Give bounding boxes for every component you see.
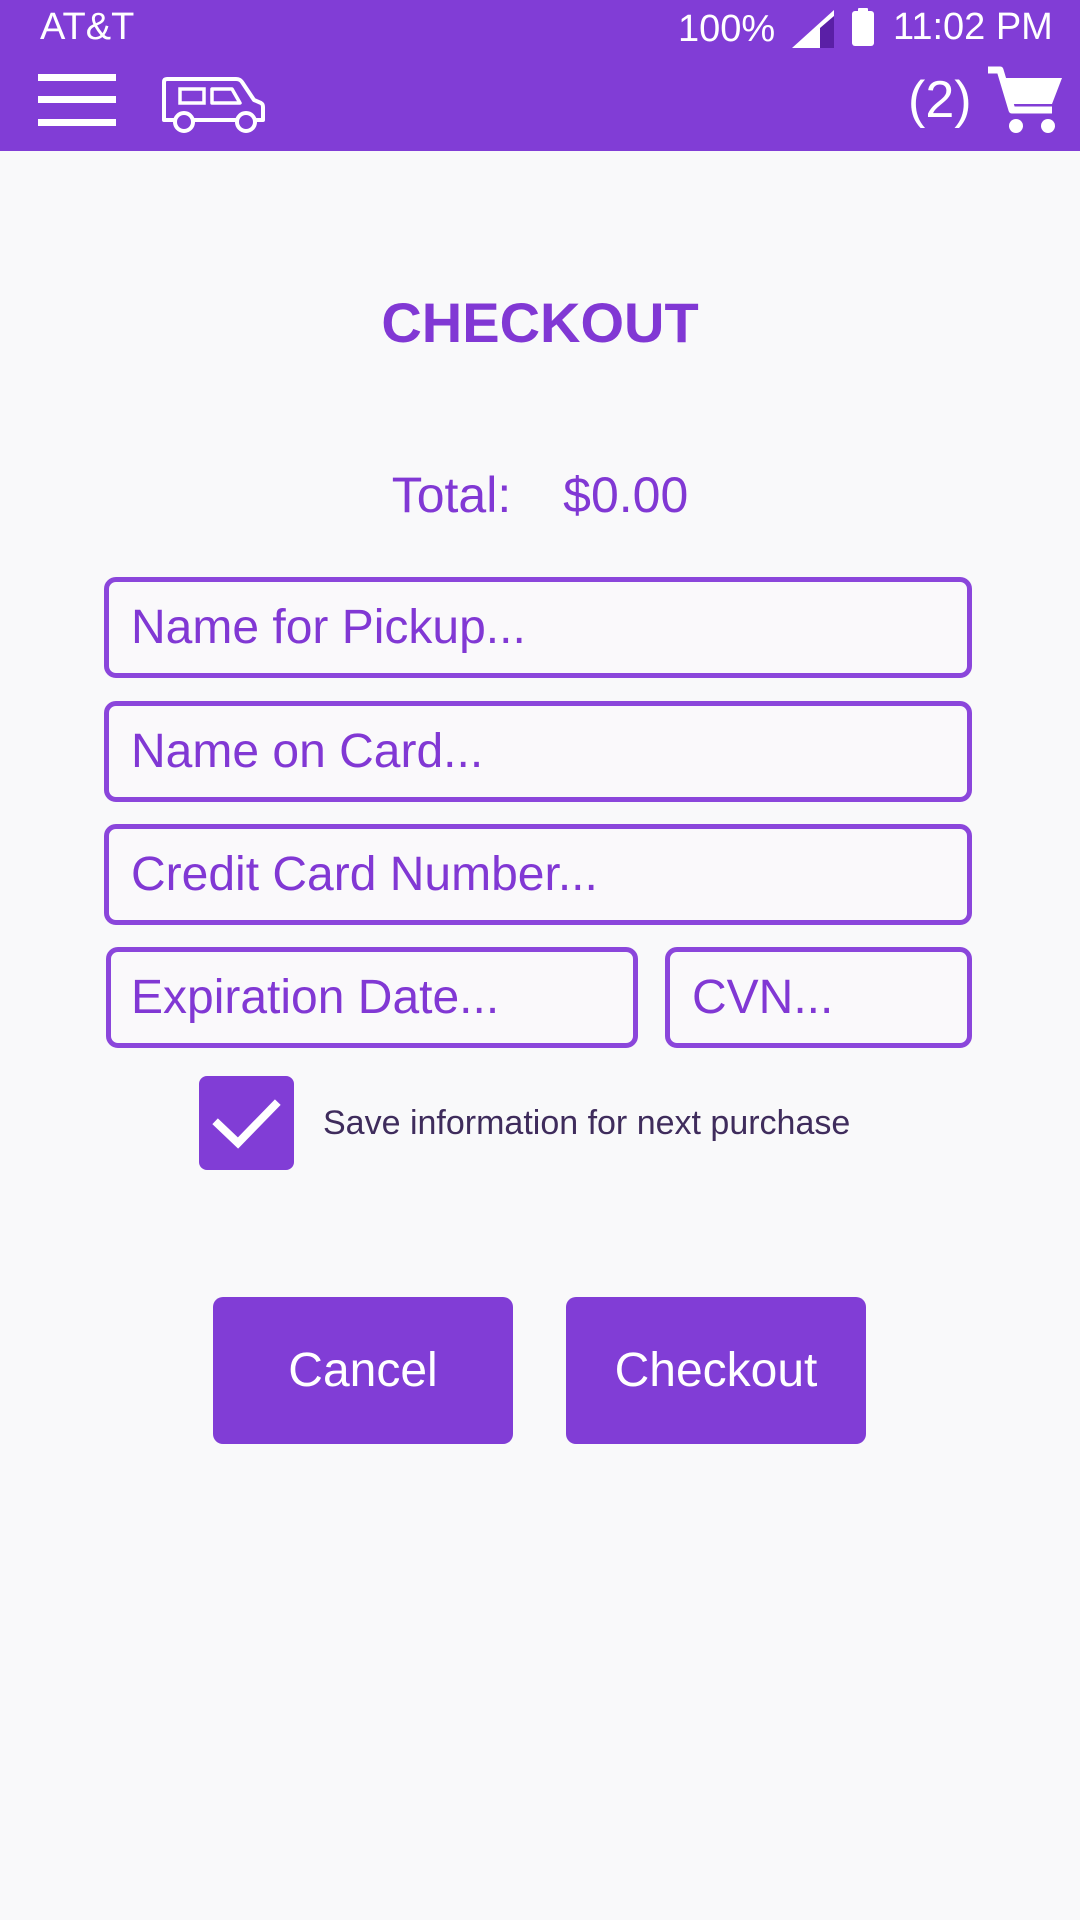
card-name-input[interactable]: Name on Card...: [104, 701, 972, 802]
checkout-button-label: Checkout: [614, 1344, 818, 1397]
card-number-input[interactable]: Credit Card Number...: [104, 824, 972, 925]
save-info-label[interactable]: Save information for next purchase: [323, 1104, 850, 1143]
signal-icon: [792, 10, 834, 48]
expiration-date-input[interactable]: Expiration Date...: [106, 947, 638, 1048]
shopping-cart-icon[interactable]: [988, 64, 1062, 136]
pickup-name-placeholder: Name for Pickup...: [131, 601, 526, 654]
card-name-placeholder: Name on Card...: [131, 725, 484, 778]
status-bar: AT&T 100% 11:02 PM: [0, 0, 1080, 54]
app-top-bar: AT&T 100% 11:02 PM (2): [0, 0, 1080, 151]
cvn-placeholder: CVN...: [692, 971, 834, 1024]
battery-icon: [852, 8, 874, 46]
battery-percentage: 100%: [678, 8, 776, 50]
cart-count-badge[interactable]: (2): [908, 70, 972, 130]
carrier-label: AT&T: [40, 6, 135, 48]
page-title: CHECKOUT: [381, 291, 699, 354]
cancel-button-label: Cancel: [288, 1344, 438, 1397]
cvn-input[interactable]: CVN...: [665, 947, 972, 1048]
card-number-placeholder: Credit Card Number...: [131, 848, 598, 901]
total-label: Total:: [391, 467, 512, 523]
hamburger-menu-icon[interactable]: [38, 74, 116, 126]
cancel-button[interactable]: Cancel: [213, 1297, 513, 1444]
clock: 11:02 PM: [893, 6, 1053, 48]
order-total: Total: $0.00: [0, 466, 1080, 524]
checkmark-icon: [212, 1099, 281, 1149]
save-info-checkbox[interactable]: [199, 1076, 294, 1170]
pickup-name-input[interactable]: Name for Pickup...: [104, 577, 972, 678]
food-truck-icon[interactable]: [160, 76, 266, 134]
checkout-button[interactable]: Checkout: [566, 1297, 866, 1444]
total-value: $0.00: [563, 467, 689, 523]
expiration-date-placeholder: Expiration Date...: [131, 971, 500, 1024]
